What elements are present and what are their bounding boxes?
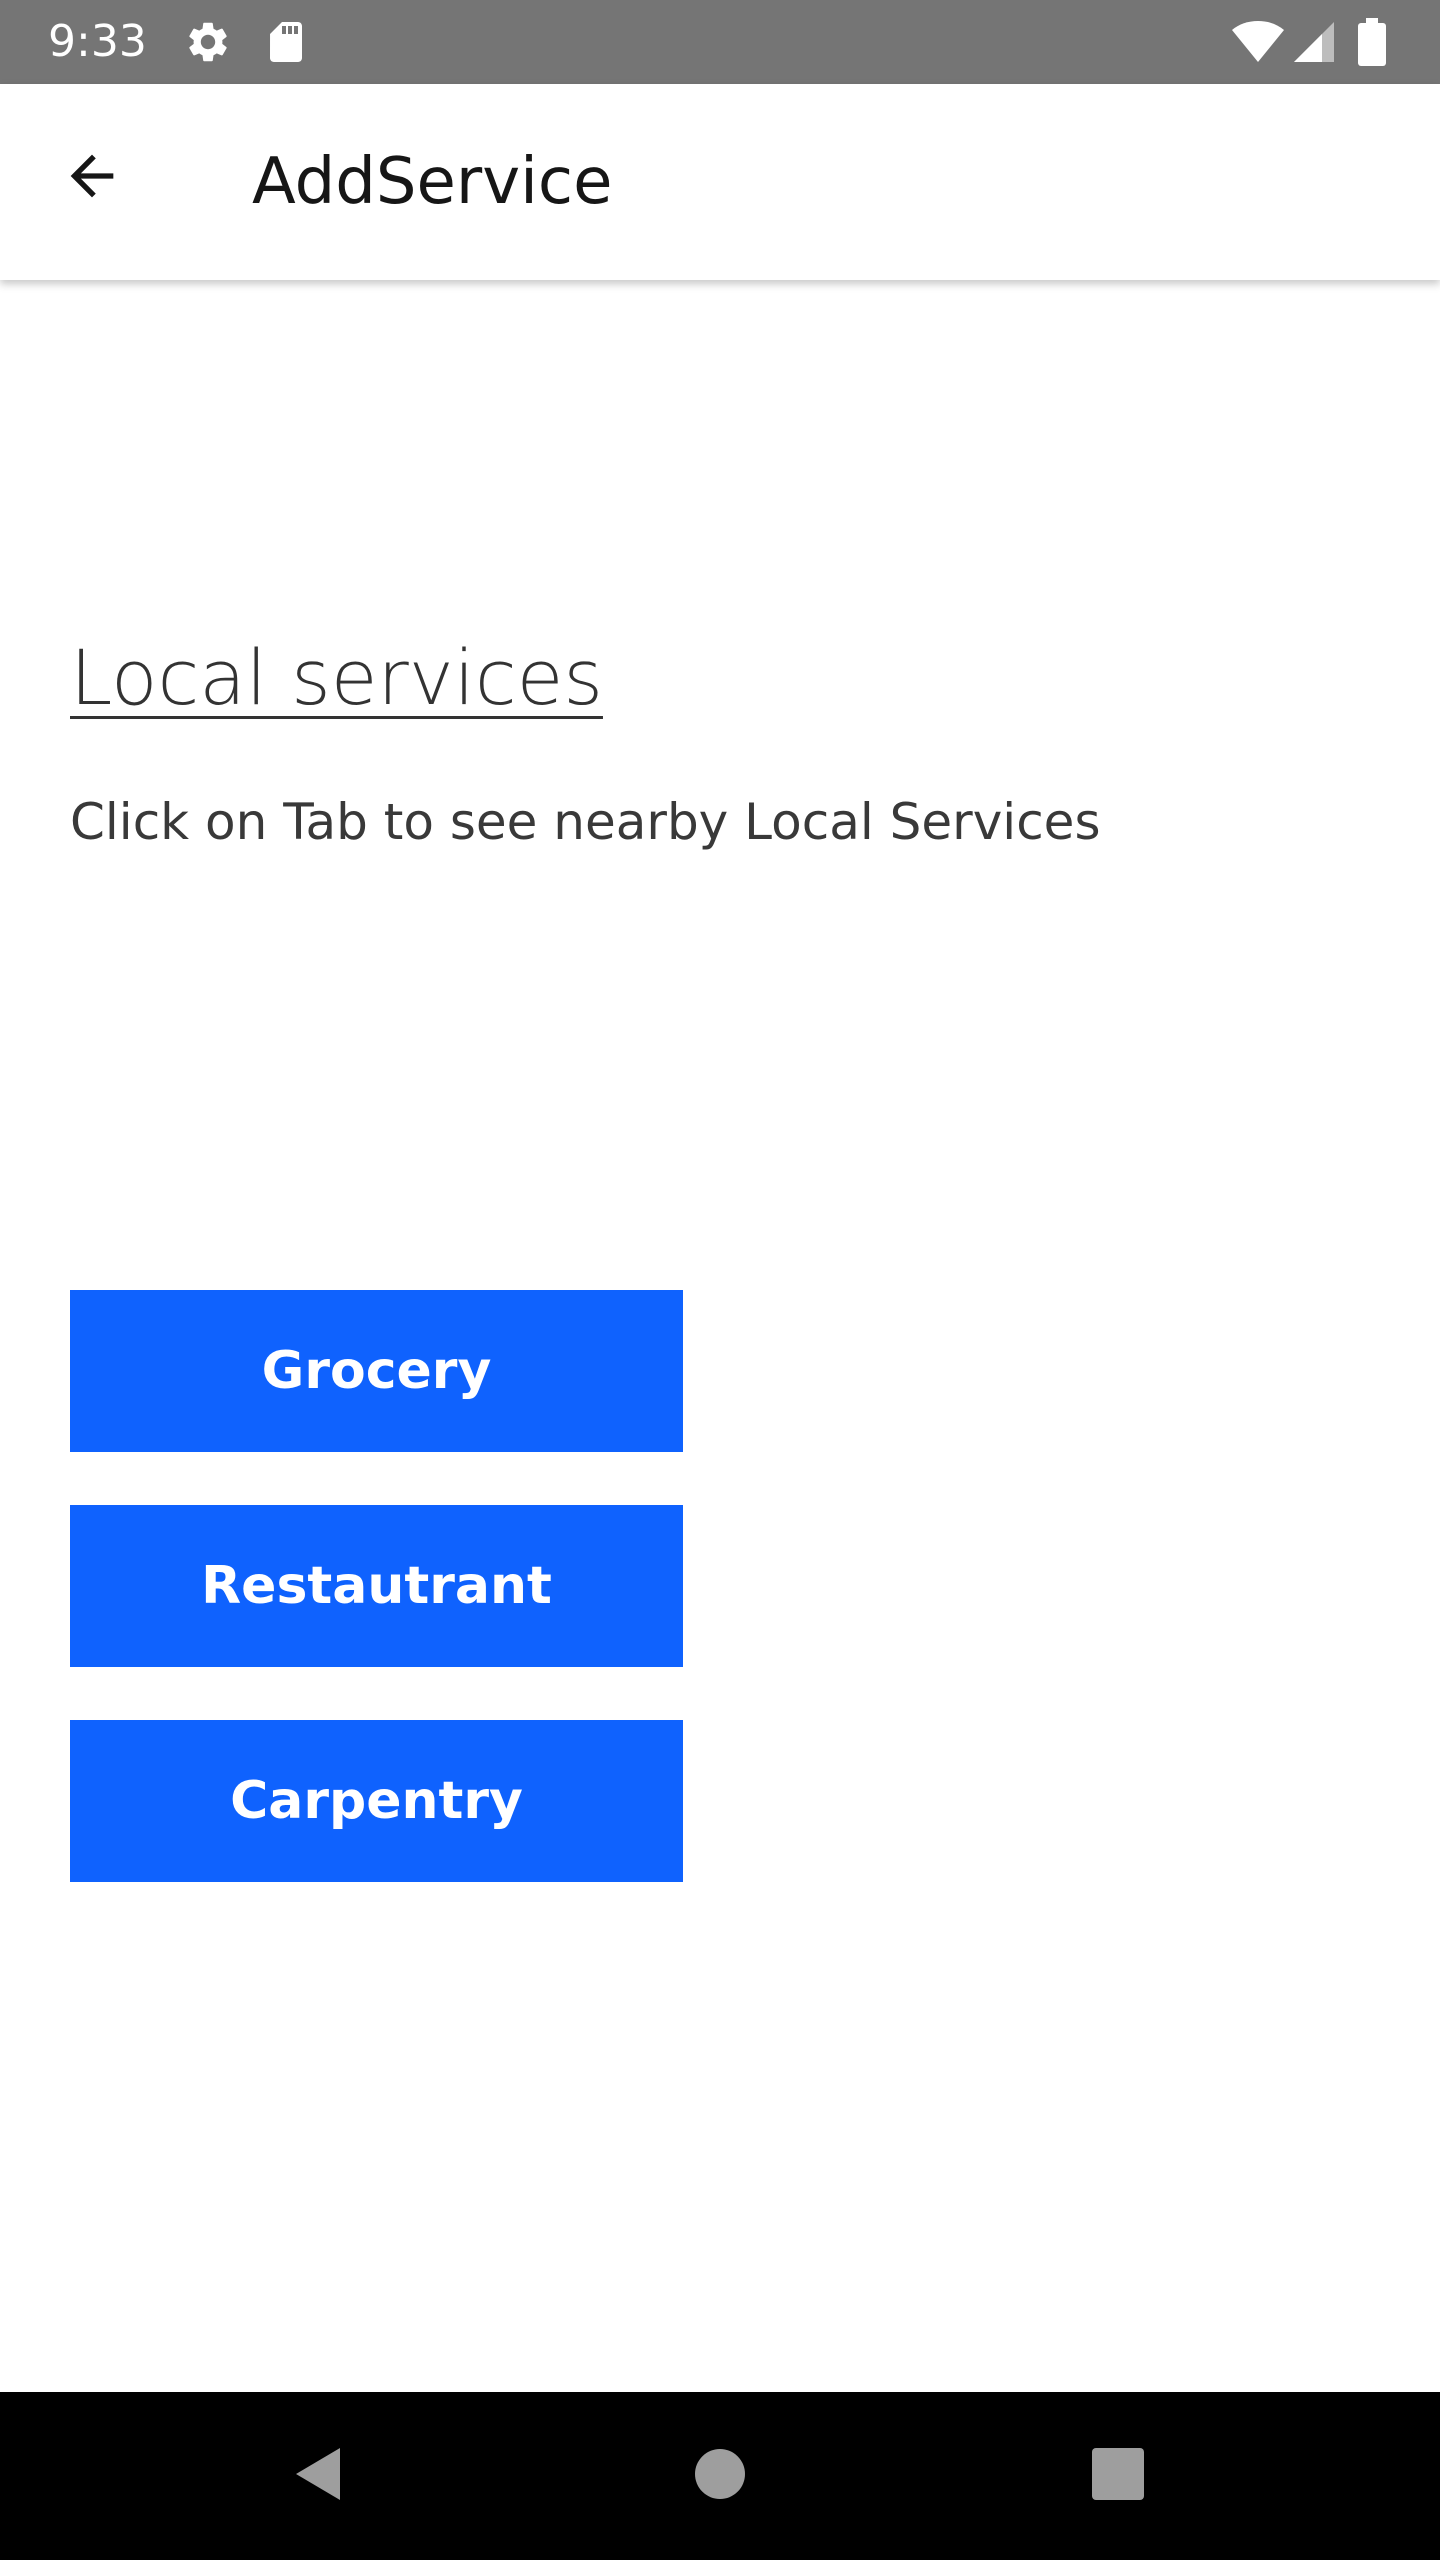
battery-icon <box>1352 18 1392 66</box>
nav-recents-icon <box>1090 2446 1146 2506</box>
section-heading: Local services <box>70 633 603 722</box>
nav-back-button[interactable] <box>268 2426 368 2526</box>
gear-icon <box>184 18 232 66</box>
cell-signal-icon <box>1290 18 1338 66</box>
grocery-button[interactable]: Grocery <box>70 1290 683 1452</box>
status-time: 9:33 <box>48 16 147 67</box>
system-nav-bar <box>0 2392 1440 2560</box>
back-button[interactable] <box>40 126 144 230</box>
carpentry-button[interactable]: Carpentry <box>70 1720 683 1882</box>
arrow-back-icon <box>60 144 124 212</box>
section-description: Click on Tab to see nearby Local Service… <box>70 793 1101 851</box>
app-bar: AddService <box>0 84 1440 280</box>
wifi-icon <box>1230 18 1286 66</box>
restaurant-button[interactable]: Restautrant <box>70 1505 683 1667</box>
nav-home-icon <box>692 2446 748 2506</box>
sd-card-icon <box>262 18 310 66</box>
nav-back-icon <box>288 2444 348 2508</box>
status-bar: 9:33 <box>0 0 1440 84</box>
nav-home-button[interactable] <box>670 2426 770 2526</box>
page-title: AddService <box>252 145 613 219</box>
nav-recents-button[interactable] <box>1068 2426 1168 2526</box>
